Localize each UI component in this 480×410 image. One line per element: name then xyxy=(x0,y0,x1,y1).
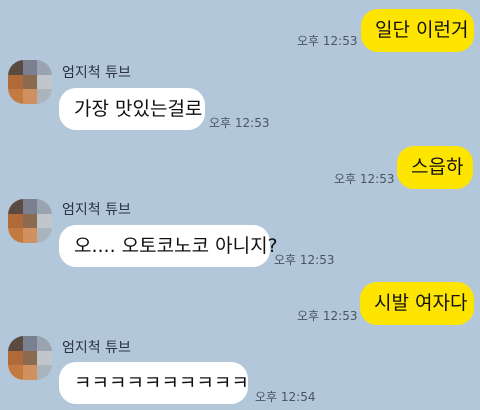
avatar-pixel xyxy=(22,60,38,75)
avatar-pixel xyxy=(8,213,23,229)
avatar-pixel xyxy=(37,213,52,229)
avatar-pixel xyxy=(8,89,23,104)
avatar-pixel xyxy=(37,199,52,214)
avatar-pixel xyxy=(8,74,23,90)
avatar-pixel xyxy=(37,365,52,380)
message-timestamp: 오후 12:54 xyxy=(255,390,316,404)
avatar-pixel xyxy=(8,350,23,366)
my-message-bubble[interactable]: 일단 이런거 xyxy=(361,9,474,52)
message-timestamp: 오후 12:53 xyxy=(297,34,358,48)
received-message-bubble[interactable]: 가장 맛있는걸로 xyxy=(59,88,205,130)
avatar[interactable] xyxy=(8,199,52,243)
avatar-pixel xyxy=(8,365,23,380)
received-message-bubble[interactable]: 오.... 오토코노코 아니지? xyxy=(59,225,278,267)
avatar-pixel xyxy=(37,60,52,75)
avatar-pixel xyxy=(37,228,52,243)
avatar-pixel xyxy=(8,199,23,214)
avatar-pixel xyxy=(22,213,38,229)
avatar-pixel xyxy=(22,199,38,214)
avatar-pixel xyxy=(8,60,23,75)
avatar-pixel xyxy=(37,336,52,351)
message-timestamp: 오후 12:53 xyxy=(297,309,358,323)
avatar-pixel xyxy=(22,228,38,243)
sender-name: 엄지척 튜브 xyxy=(62,65,131,81)
avatar-pixel xyxy=(8,228,23,243)
my-message-bubble[interactable]: 스읍하 xyxy=(397,146,473,189)
sender-name: 엄지척 튜브 xyxy=(62,340,131,356)
message-timestamp: 오후 12:53 xyxy=(209,116,270,130)
avatar-pixel xyxy=(37,74,52,90)
message-timestamp: 오후 12:53 xyxy=(334,172,395,186)
received-message-bubble[interactable]: ㅋㅋㅋㅋㅋㅋㅋㅋㅋㅋ xyxy=(59,362,249,404)
avatar-pixel xyxy=(22,336,38,351)
avatar-pixel xyxy=(22,350,38,366)
my-message-bubble[interactable]: 시발 여자다 xyxy=(360,282,474,325)
message-timestamp: 오후 12:53 xyxy=(274,253,335,267)
avatar-pixel xyxy=(37,89,52,104)
avatar[interactable] xyxy=(8,336,52,380)
avatar[interactable] xyxy=(8,60,52,104)
avatar-pixel xyxy=(22,365,38,380)
avatar-pixel xyxy=(22,89,38,104)
sender-name: 엄지척 튜브 xyxy=(62,202,131,218)
avatar-pixel xyxy=(37,350,52,366)
avatar-pixel xyxy=(8,336,23,351)
avatar-pixel xyxy=(22,74,38,90)
